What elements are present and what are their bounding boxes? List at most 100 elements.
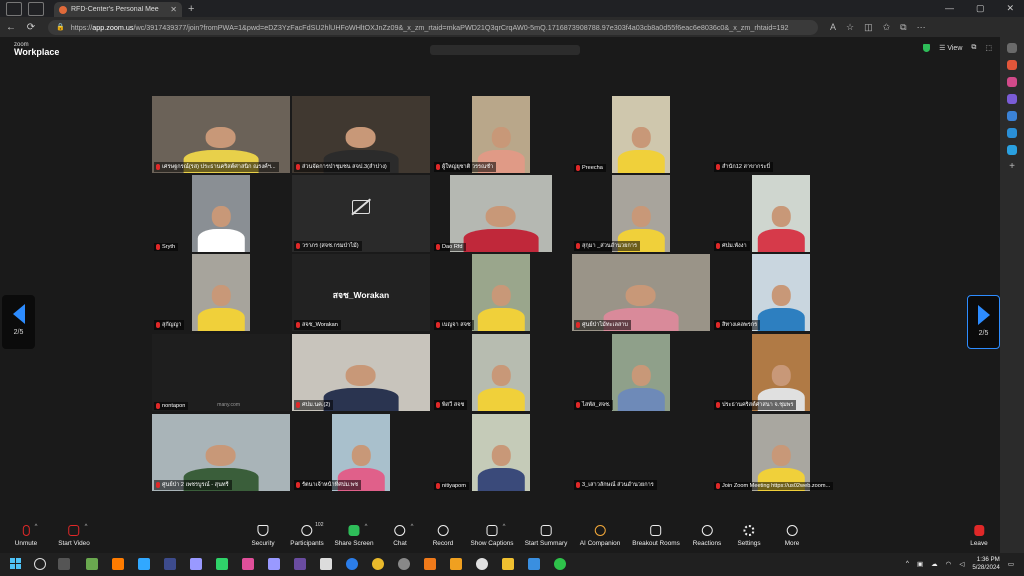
favorites-icon[interactable]: ✩ <box>883 22 891 33</box>
video-tile[interactable]: many.com nontapon <box>152 334 290 411</box>
video-tile[interactable]: Preecha <box>572 96 710 173</box>
video-tile[interactable]: ศูนย์ป่า 2 เพชรบูรณ์ - สุนทรี <box>152 414 290 491</box>
office-icon[interactable] <box>1007 111 1017 121</box>
volume-icon[interactable]: ◁ <box>959 560 964 568</box>
new-tab-button[interactable]: + <box>188 3 194 15</box>
tools-icon[interactable] <box>1007 77 1017 87</box>
video-tile[interactable]: ศปม.นค.(2) <box>292 334 430 411</box>
security-button[interactable]: Security <box>251 525 275 547</box>
edge-icon[interactable] <box>346 558 358 570</box>
windows-start-icon[interactable] <box>10 558 22 570</box>
minimize-icon[interactable]: — <box>945 3 954 14</box>
favorite-icon[interactable]: ☆ <box>846 22 854 33</box>
video-tile[interactable]: ผู้ใหญ่ยุชาติ วรรณชำ <box>432 96 570 173</box>
split-screen-icon[interactable]: ◫ <box>864 22 873 33</box>
file-explorer-icon[interactable] <box>502 558 514 570</box>
video-tile[interactable]: สุกัญญา <box>152 254 290 331</box>
photos-icon[interactable] <box>476 558 488 570</box>
wifi-icon[interactable]: ◠ <box>946 560 952 568</box>
fullscreen-icon[interactable]: ⬚ <box>985 44 992 52</box>
ai-companion-button[interactable]: AI Companion <box>580 525 620 547</box>
search-icon[interactable] <box>1007 43 1017 53</box>
workspace-icon[interactable] <box>6 1 22 16</box>
photoshop-icon[interactable] <box>138 558 150 570</box>
close-tab-icon[interactable]: ✕ <box>170 5 177 14</box>
extensions-icon[interactable]: ⋯ <box>917 22 926 33</box>
settings-button[interactable]: Settings <box>737 525 761 547</box>
browser-tab[interactable]: RFD-Center's Personal Mee ✕ <box>54 2 182 17</box>
widgets-icon[interactable] <box>86 558 98 570</box>
view-button[interactable]: ☰ View <box>939 44 962 52</box>
maximize-icon[interactable]: ▢ <box>976 3 985 14</box>
back-icon[interactable]: ← <box>2 22 20 33</box>
read-aloud-icon[interactable]: A <box>830 22 836 33</box>
next-page-button[interactable]: 2/5 <box>967 295 1000 349</box>
video-tile[interactable]: พิสวี สจช <box>432 334 570 411</box>
video-tile[interactable]: ศูนย์ป่าไม้ทะเลสาบ <box>572 254 710 331</box>
video-tile[interactable]: สจช_Worakan สจช_Worakan <box>292 254 430 331</box>
video-tile[interactable]: Sryth <box>152 175 290 252</box>
start-video-button[interactable]: ^ Start Video <box>58 524 90 547</box>
video-tile[interactable]: ไสพัส_สจช. <box>572 334 710 411</box>
chevron-up-icon[interactable]: ^ <box>906 560 909 567</box>
record-button[interactable]: Record <box>433 525 453 547</box>
package-icon[interactable] <box>450 558 462 570</box>
video-tile[interactable]: Join Zoom Meeting https://us02web.zoom..… <box>712 414 850 491</box>
show-captions-button[interactable]: ^ Show Captions <box>471 524 514 547</box>
video-tile[interactable]: สุกุมา _ส่วนอำนวยการ <box>572 175 710 252</box>
chat-button[interactable]: ^ Chat <box>393 524 413 547</box>
chrome-icon[interactable] <box>372 558 384 570</box>
shopping-icon[interactable] <box>1007 60 1017 70</box>
start-summary-button[interactable]: Start Summary <box>525 525 567 547</box>
video-tile[interactable]: ประธานคริสต์ศาสนา จ.ชุมพร <box>712 334 850 411</box>
video-tile[interactable]: nitiyapom <box>432 414 570 491</box>
security-shield-icon[interactable] <box>923 44 931 52</box>
previous-page-button[interactable]: 2/5 <box>2 295 35 349</box>
cloud-icon[interactable]: ☁ <box>931 560 938 568</box>
video-tile[interactable]: วราภร (สจช.กรมป่าไม้) <box>292 175 430 252</box>
notifications-icon[interactable]: ▭ <box>1008 560 1014 568</box>
add-icon[interactable]: + <box>1007 162 1017 172</box>
games-icon[interactable] <box>1007 94 1017 104</box>
blender-icon[interactable] <box>424 558 436 570</box>
collections-icon[interactable]: ⧉ <box>900 22 906 33</box>
task-view-icon[interactable] <box>58 558 70 570</box>
video-tile[interactable]: เบญจา สจช <box>432 254 570 331</box>
video-tile[interactable]: ส่วนจัดการป่าชุมชน สจป.3(ลำปาง) <box>292 96 430 173</box>
unmute-button[interactable]: ^ Unmute <box>15 524 38 547</box>
video-tile[interactable]: รัตนาเจ้าหน้าที่ศปม.พช <box>292 414 430 491</box>
premiere-icon[interactable] <box>268 558 280 570</box>
tab-actions-icon[interactable] <box>28 1 44 16</box>
app-round-icon[interactable] <box>398 558 410 570</box>
minimize-meeting-icon[interactable]: ⧉ <box>971 44 976 52</box>
indesign-icon[interactable] <box>242 558 254 570</box>
breakout-rooms-button[interactable]: Breakout Rooms <box>632 525 680 547</box>
reload-icon[interactable]: ⟳ <box>22 22 40 33</box>
dimension-icon[interactable] <box>216 558 228 570</box>
outlook-icon[interactable] <box>1007 128 1017 138</box>
app-icon[interactable] <box>320 558 332 570</box>
after-effects-icon[interactable] <box>190 558 202 570</box>
more-button[interactable]: More <box>785 525 799 547</box>
video-tile[interactable]: สิทางเคลพรกร <box>712 254 850 331</box>
illustrator-icon[interactable] <box>112 558 124 570</box>
screenshot-icon[interactable]: ▣ <box>917 560 923 568</box>
media-encoder-icon[interactable] <box>294 558 306 570</box>
video-tile[interactable]: สำนัก12 สาขากระบี่ <box>712 96 850 173</box>
store-icon[interactable] <box>528 558 540 570</box>
url-field[interactable]: 🔒 https://app.zoom.us/wc/3917439377/join… <box>48 19 818 35</box>
video-tile[interactable]: ศปม.พังงา <box>712 175 850 252</box>
share-screen-button[interactable]: ^ Share Screen <box>334 524 373 547</box>
search-icon[interactable] <box>34 558 46 570</box>
participants-button[interactable]: 102 Participants <box>290 522 323 547</box>
video-tile[interactable]: เศรษฐกรณ์(รส) ประธานคริสต์ศาสนิก ณรงค์ฯ.… <box>152 96 290 173</box>
close-window-icon[interactable]: ✕ <box>1006 3 1014 14</box>
telegram-icon[interactable] <box>1007 145 1017 155</box>
reactions-button[interactable]: Reactions <box>693 525 721 547</box>
clock[interactable]: 1:36 PM 5/28/2024 <box>972 556 1000 572</box>
video-tile[interactable]: 3_เสาวลักษณ์ ส่วนอำนวยการ <box>572 414 710 491</box>
line-icon[interactable] <box>554 558 566 570</box>
video-tile[interactable]: Dao Rfd <box>432 175 570 252</box>
lightroom-classic-icon[interactable] <box>164 558 176 570</box>
leave-button[interactable]: Leave <box>970 525 988 547</box>
